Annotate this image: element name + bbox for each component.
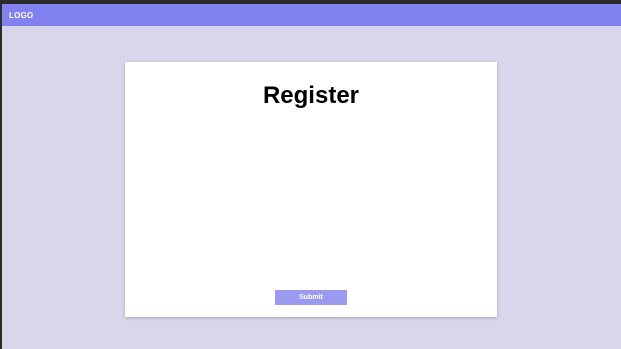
top-bar: LOGO xyxy=(2,4,621,26)
submit-button[interactable]: Submit xyxy=(275,290,347,305)
page-title: Register xyxy=(262,82,360,109)
register-card: Register Submit xyxy=(125,62,497,317)
logo[interactable]: LOGO xyxy=(9,11,33,21)
app-frame: LOGO Register Submit xyxy=(2,4,621,349)
